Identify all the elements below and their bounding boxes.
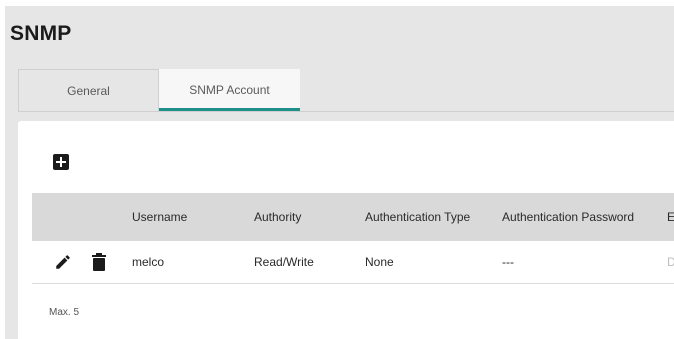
tab-divider xyxy=(18,111,674,112)
col-username: Username xyxy=(132,210,188,224)
content-card: Username Authority Authentication Type A… xyxy=(18,121,674,339)
page-background: SNMP General SNMP Account Username Autho… xyxy=(5,6,674,339)
tab-bar: General SNMP Account xyxy=(18,69,300,111)
table-row: melco Read/Write None --- D xyxy=(32,241,674,284)
col-authority: Authority xyxy=(254,210,302,224)
edit-icon[interactable] xyxy=(54,253,72,271)
max-note: Max. 5 xyxy=(49,307,80,318)
col-extra: E xyxy=(667,210,674,224)
cell-auth-password: --- xyxy=(502,255,514,269)
page-title: SNMP xyxy=(10,22,72,45)
add-icon[interactable] xyxy=(53,154,69,170)
col-auth-type: Authentication Type xyxy=(365,210,471,224)
delete-icon[interactable] xyxy=(92,253,106,271)
tab-snmp-account[interactable]: SNMP Account xyxy=(159,69,300,111)
tab-general[interactable]: General xyxy=(18,69,159,111)
cell-username: melco xyxy=(132,255,165,269)
cell-authority: Read/Write xyxy=(254,255,314,269)
table-header: Username Authority Authentication Type A… xyxy=(32,193,674,241)
cell-auth-type: None xyxy=(365,255,394,269)
col-auth-password: Authentication Password xyxy=(502,210,635,224)
cell-extra: D xyxy=(667,255,674,269)
